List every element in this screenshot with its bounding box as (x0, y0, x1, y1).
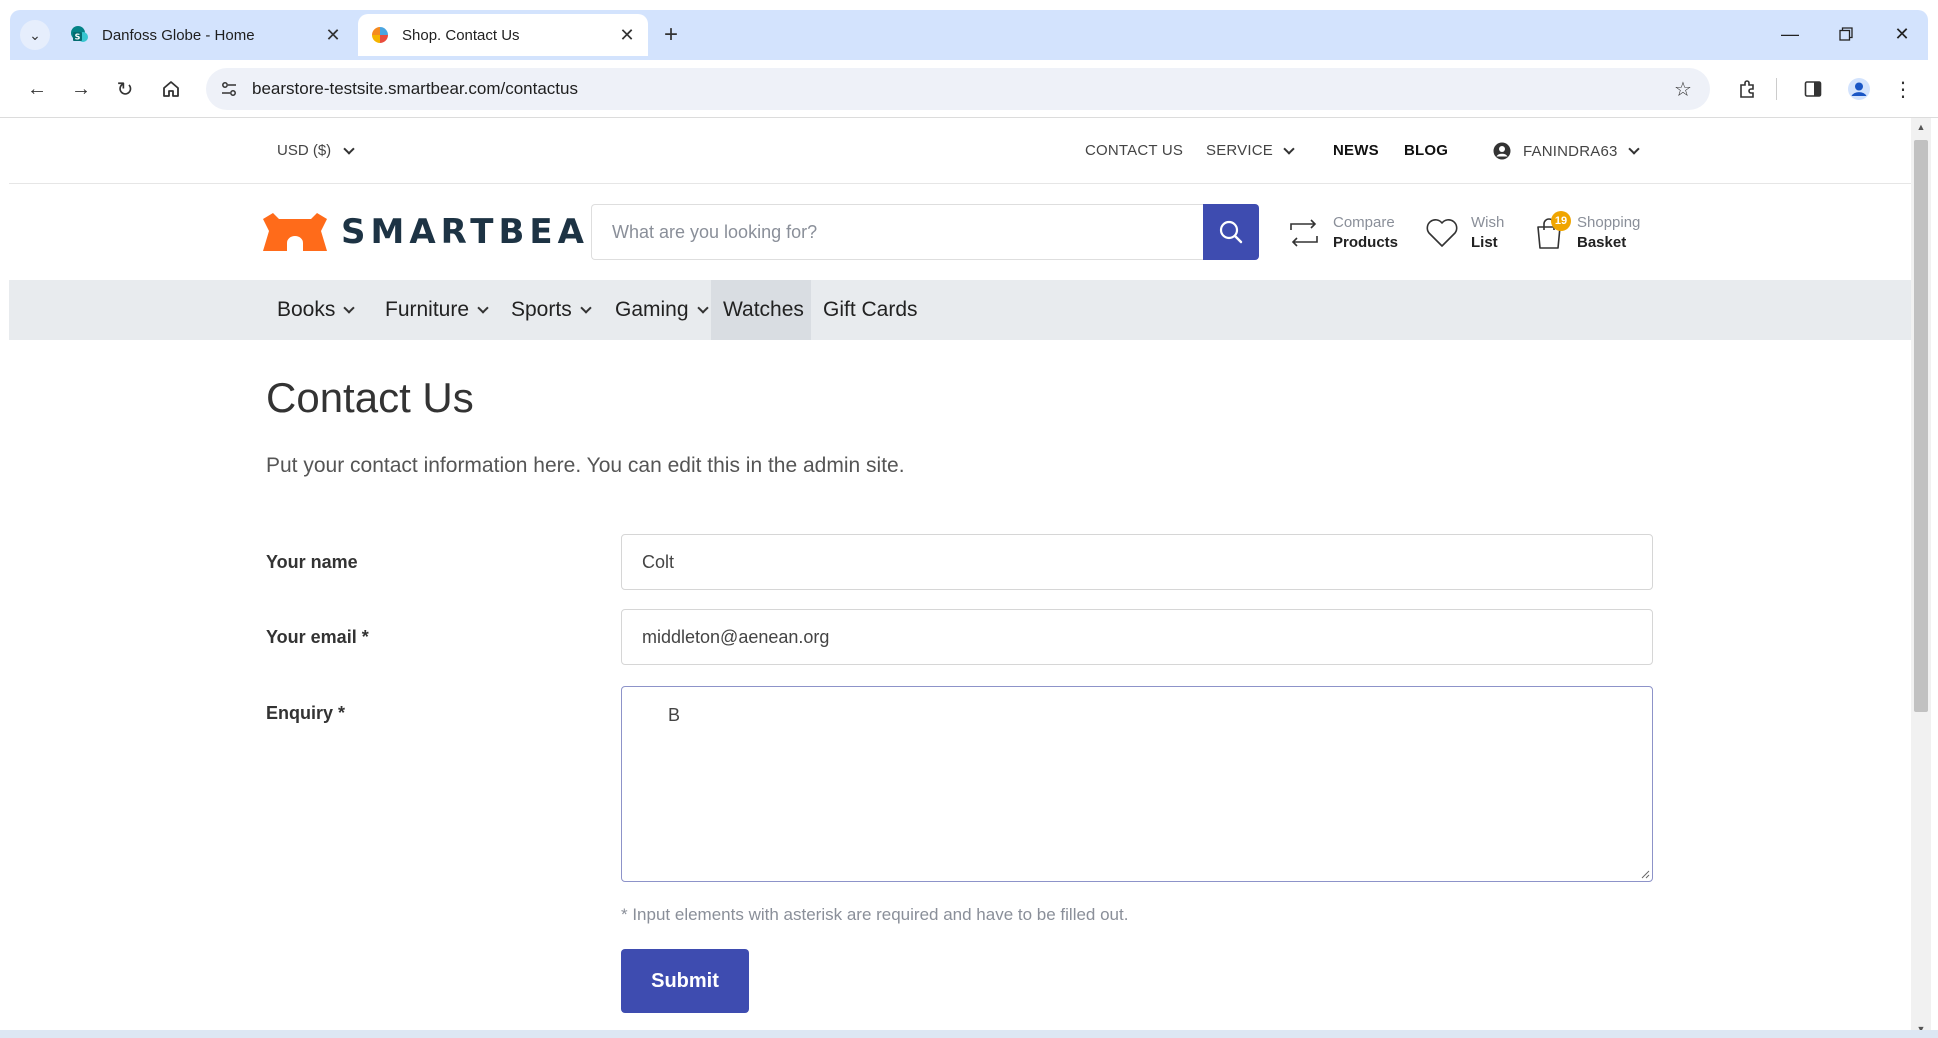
account-menu[interactable]: FANINDRA63 (1493, 142, 1640, 160)
scroll-up-icon[interactable]: ▲ (1911, 118, 1931, 136)
close-window-icon[interactable]: ✕ (1874, 14, 1930, 54)
extensions-puzzle-icon[interactable] (1730, 72, 1764, 106)
account-name: FANINDRA63 (1523, 142, 1618, 160)
new-tab-plus-icon[interactable]: + (656, 20, 686, 50)
page-title: Contact Us (266, 374, 474, 421)
bear-logo-icon (263, 213, 327, 251)
browser-tabstrip: ⌄ S Danfoss Globe - Home ✕ Shop. Contact… (0, 0, 1938, 60)
nav-item-label: Watches (723, 298, 804, 321)
nav-item-label: Gift Cards (823, 298, 918, 321)
required-hint: * Input elements with asterisk are requi… (621, 905, 1129, 924)
reload-icon[interactable]: ↻ (108, 72, 142, 106)
currency-label: USD ($) (277, 142, 332, 159)
basket-icon-wrapper: 19 (1533, 211, 1571, 251)
close-tab-icon[interactable]: ✕ (614, 22, 640, 48)
utility-bar: USD ($) CONTACT US SERVICE NEWS BLOG FAN… (9, 118, 1911, 184)
nav-item-furniture[interactable]: Furniture (373, 280, 499, 340)
chevron-down-icon (1283, 142, 1295, 155)
nav-item-gift-cards[interactable]: Gift Cards (811, 280, 930, 340)
sharepoint-favicon-icon: S (70, 25, 90, 45)
toolbar-divider (1776, 78, 1777, 100)
close-tab-icon[interactable]: ✕ (320, 22, 346, 48)
blog-link[interactable]: BLOG (1404, 142, 1448, 159)
bookmark-star-icon[interactable]: ☆ (1670, 76, 1696, 102)
wishlist-top-label: Wish (1471, 214, 1505, 231)
browser-tab-shop-contact[interactable]: Shop. Contact Us ✕ (358, 14, 648, 56)
nav-item-sports[interactable]: Sports (499, 280, 602, 340)
basket-count-badge: 19 (1551, 211, 1571, 231)
browser-toolbar: ← → ↻ bearstore-testsite.smartbear.com/c… (0, 60, 1938, 118)
smartbear-logo[interactable]: SMARTBEAR (261, 210, 620, 254)
nav-item-books[interactable]: Books (265, 280, 365, 340)
back-arrow-icon[interactable]: ← (20, 72, 54, 106)
tab-title: Danfoss Globe - Home (102, 26, 255, 44)
forward-arrow-icon[interactable]: → (64, 72, 98, 106)
currency-selector[interactable]: USD ($) (277, 142, 355, 159)
nav-item-watches[interactable]: Watches (711, 280, 811, 340)
profile-avatar-icon[interactable] (1842, 72, 1876, 106)
user-circle-icon (1493, 142, 1511, 160)
wishlist-bottom-label: List (1471, 234, 1498, 251)
restore-icon[interactable] (1818, 14, 1874, 54)
browser-menu-icon[interactable]: ⋮ (1886, 72, 1920, 106)
category-nav: Books Furniture Sports Gaming Watches Gi… (9, 280, 1911, 340)
tab-title: Shop. Contact Us (402, 26, 520, 44)
chevron-down-icon (580, 302, 592, 314)
enquiry-label: Enquiry * (266, 703, 346, 723)
enquiry-textarea[interactable]: B (621, 686, 1653, 882)
home-icon[interactable] (154, 72, 188, 106)
svg-text:S: S (75, 33, 81, 42)
chevron-down-icon (343, 142, 355, 155)
service-label: SERVICE (1206, 142, 1273, 159)
basket-bottom-label: Basket (1577, 234, 1627, 251)
contact-us-link[interactable]: CONTACT US (1085, 142, 1183, 159)
page-scrollbar[interactable]: ▲ ▼ (1911, 118, 1931, 1038)
nav-item-gaming[interactable]: Gaming (603, 280, 719, 340)
email-field[interactable]: middleton@aenean.org (621, 609, 1653, 665)
news-link[interactable]: NEWS (1333, 142, 1379, 159)
chevron-down-icon (477, 302, 489, 314)
chevron-down-icon (696, 302, 709, 314)
compare-top-label: Compare (1333, 214, 1395, 231)
compare-arrows-icon (1290, 219, 1318, 247)
shopping-basket-link[interactable]: 19 Shopping Basket (1533, 210, 1640, 256)
nav-item-label: Gaming (615, 298, 689, 321)
service-menu[interactable]: SERVICE (1206, 142, 1295, 159)
address-bar[interactable]: bearstore-testsite.smartbear.com/contact… (206, 68, 1710, 110)
nav-item-label: Sports (511, 298, 572, 321)
search-icon (1219, 220, 1243, 244)
tab-search-chevron-icon[interactable]: ⌄ (20, 20, 50, 50)
heart-icon (1426, 219, 1458, 247)
search-button[interactable] (1203, 204, 1259, 260)
scroll-thumb[interactable] (1914, 140, 1928, 712)
shop-favicon-icon (370, 25, 390, 45)
name-field[interactable]: Colt (621, 534, 1653, 590)
logo-text: SMARTBEAR (341, 212, 621, 252)
name-label: Your name (266, 552, 358, 572)
site-settings-icon[interactable] (216, 76, 242, 102)
enquiry-text: B (668, 705, 681, 725)
wishlist-link[interactable]: Wish List (1425, 210, 1504, 256)
submit-button[interactable]: Submit (621, 949, 749, 1013)
resize-handle-icon[interactable] (1640, 869, 1650, 879)
browser-tab-danfoss[interactable]: S Danfoss Globe - Home ✕ (58, 14, 354, 56)
nav-item-label: Books (277, 298, 336, 321)
search-input[interactable] (591, 204, 1203, 260)
chevron-down-icon (343, 302, 356, 314)
minimize-icon[interactable]: — (1762, 14, 1818, 54)
chevron-down-icon (1627, 143, 1640, 155)
basket-top-label: Shopping (1577, 214, 1641, 231)
intro-text: Put your contact information here. You c… (266, 454, 905, 477)
url-text: bearstore-testsite.smartbear.com/contact… (252, 79, 578, 98)
side-panel-icon[interactable] (1796, 72, 1830, 106)
compare-bottom-label: Products (1333, 234, 1399, 251)
nav-item-label: Furniture (385, 298, 470, 321)
search-bar (591, 204, 1263, 260)
compare-products-link[interactable]: Compare Products (1287, 210, 1398, 256)
page-viewport: USD ($) CONTACT US SERVICE NEWS BLOG FAN… (9, 118, 1911, 1038)
window-bottom-edge (0, 1030, 1938, 1038)
email-label: Your email * (266, 627, 369, 647)
